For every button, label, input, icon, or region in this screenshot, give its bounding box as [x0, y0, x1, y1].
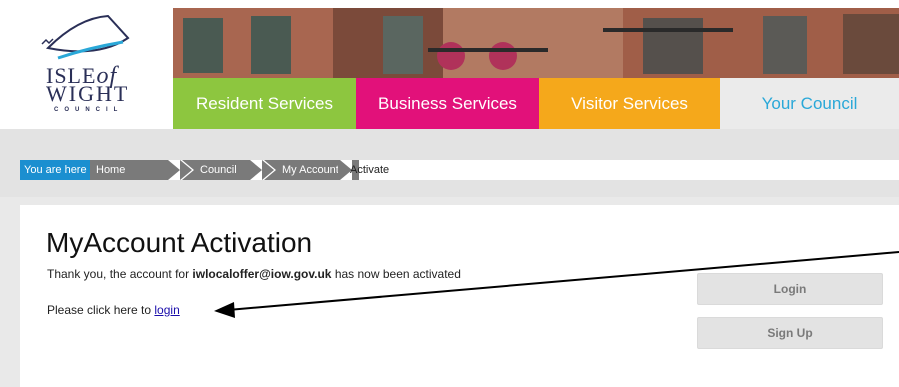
activation-message: Thank you, the account for iwlocaloffer@… [47, 267, 461, 281]
breadcrumb-prefix: You are here [20, 160, 93, 180]
breadcrumb-my-account[interactable]: My Account [264, 160, 359, 180]
login-button[interactable]: Login [697, 273, 883, 305]
login-prompt: Please click here to login [47, 303, 180, 317]
logo-text-wight: WIGHT [46, 81, 130, 106]
main-content: MyAccount Activation Thank you, the acco… [20, 205, 899, 387]
sign-up-button[interactable]: Sign Up [697, 317, 883, 349]
site-header: ISLEof WIGHT COUNCIL Resident Services B… [0, 0, 899, 129]
logo-emblem-icon [41, 14, 130, 60]
main-navigation: Resident Services Business Services Visi… [173, 78, 899, 129]
nav-tab-visitor-services[interactable]: Visitor Services [539, 78, 720, 129]
logo-text-council: COUNCIL [54, 107, 124, 113]
nav-tab-your-council[interactable]: Your Council [720, 78, 899, 129]
nav-tab-business-services[interactable]: Business Services [356, 78, 539, 129]
account-email: iwlocaloffer@iow.gov.uk [192, 267, 332, 281]
header-banner-image [173, 8, 899, 78]
breadcrumb-home[interactable]: Home [90, 160, 186, 180]
council-logo[interactable]: ISLEof WIGHT COUNCIL [0, 0, 173, 129]
breadcrumb-council[interactable]: Council [182, 160, 262, 180]
breadcrumb-current: Activate [350, 164, 390, 176]
breadcrumb: You are here Home Council My Account Act… [20, 160, 899, 180]
login-link[interactable]: login [154, 303, 179, 317]
nav-tab-resident-services[interactable]: Resident Services [173, 78, 356, 129]
page-title: MyAccount Activation [46, 227, 313, 258]
